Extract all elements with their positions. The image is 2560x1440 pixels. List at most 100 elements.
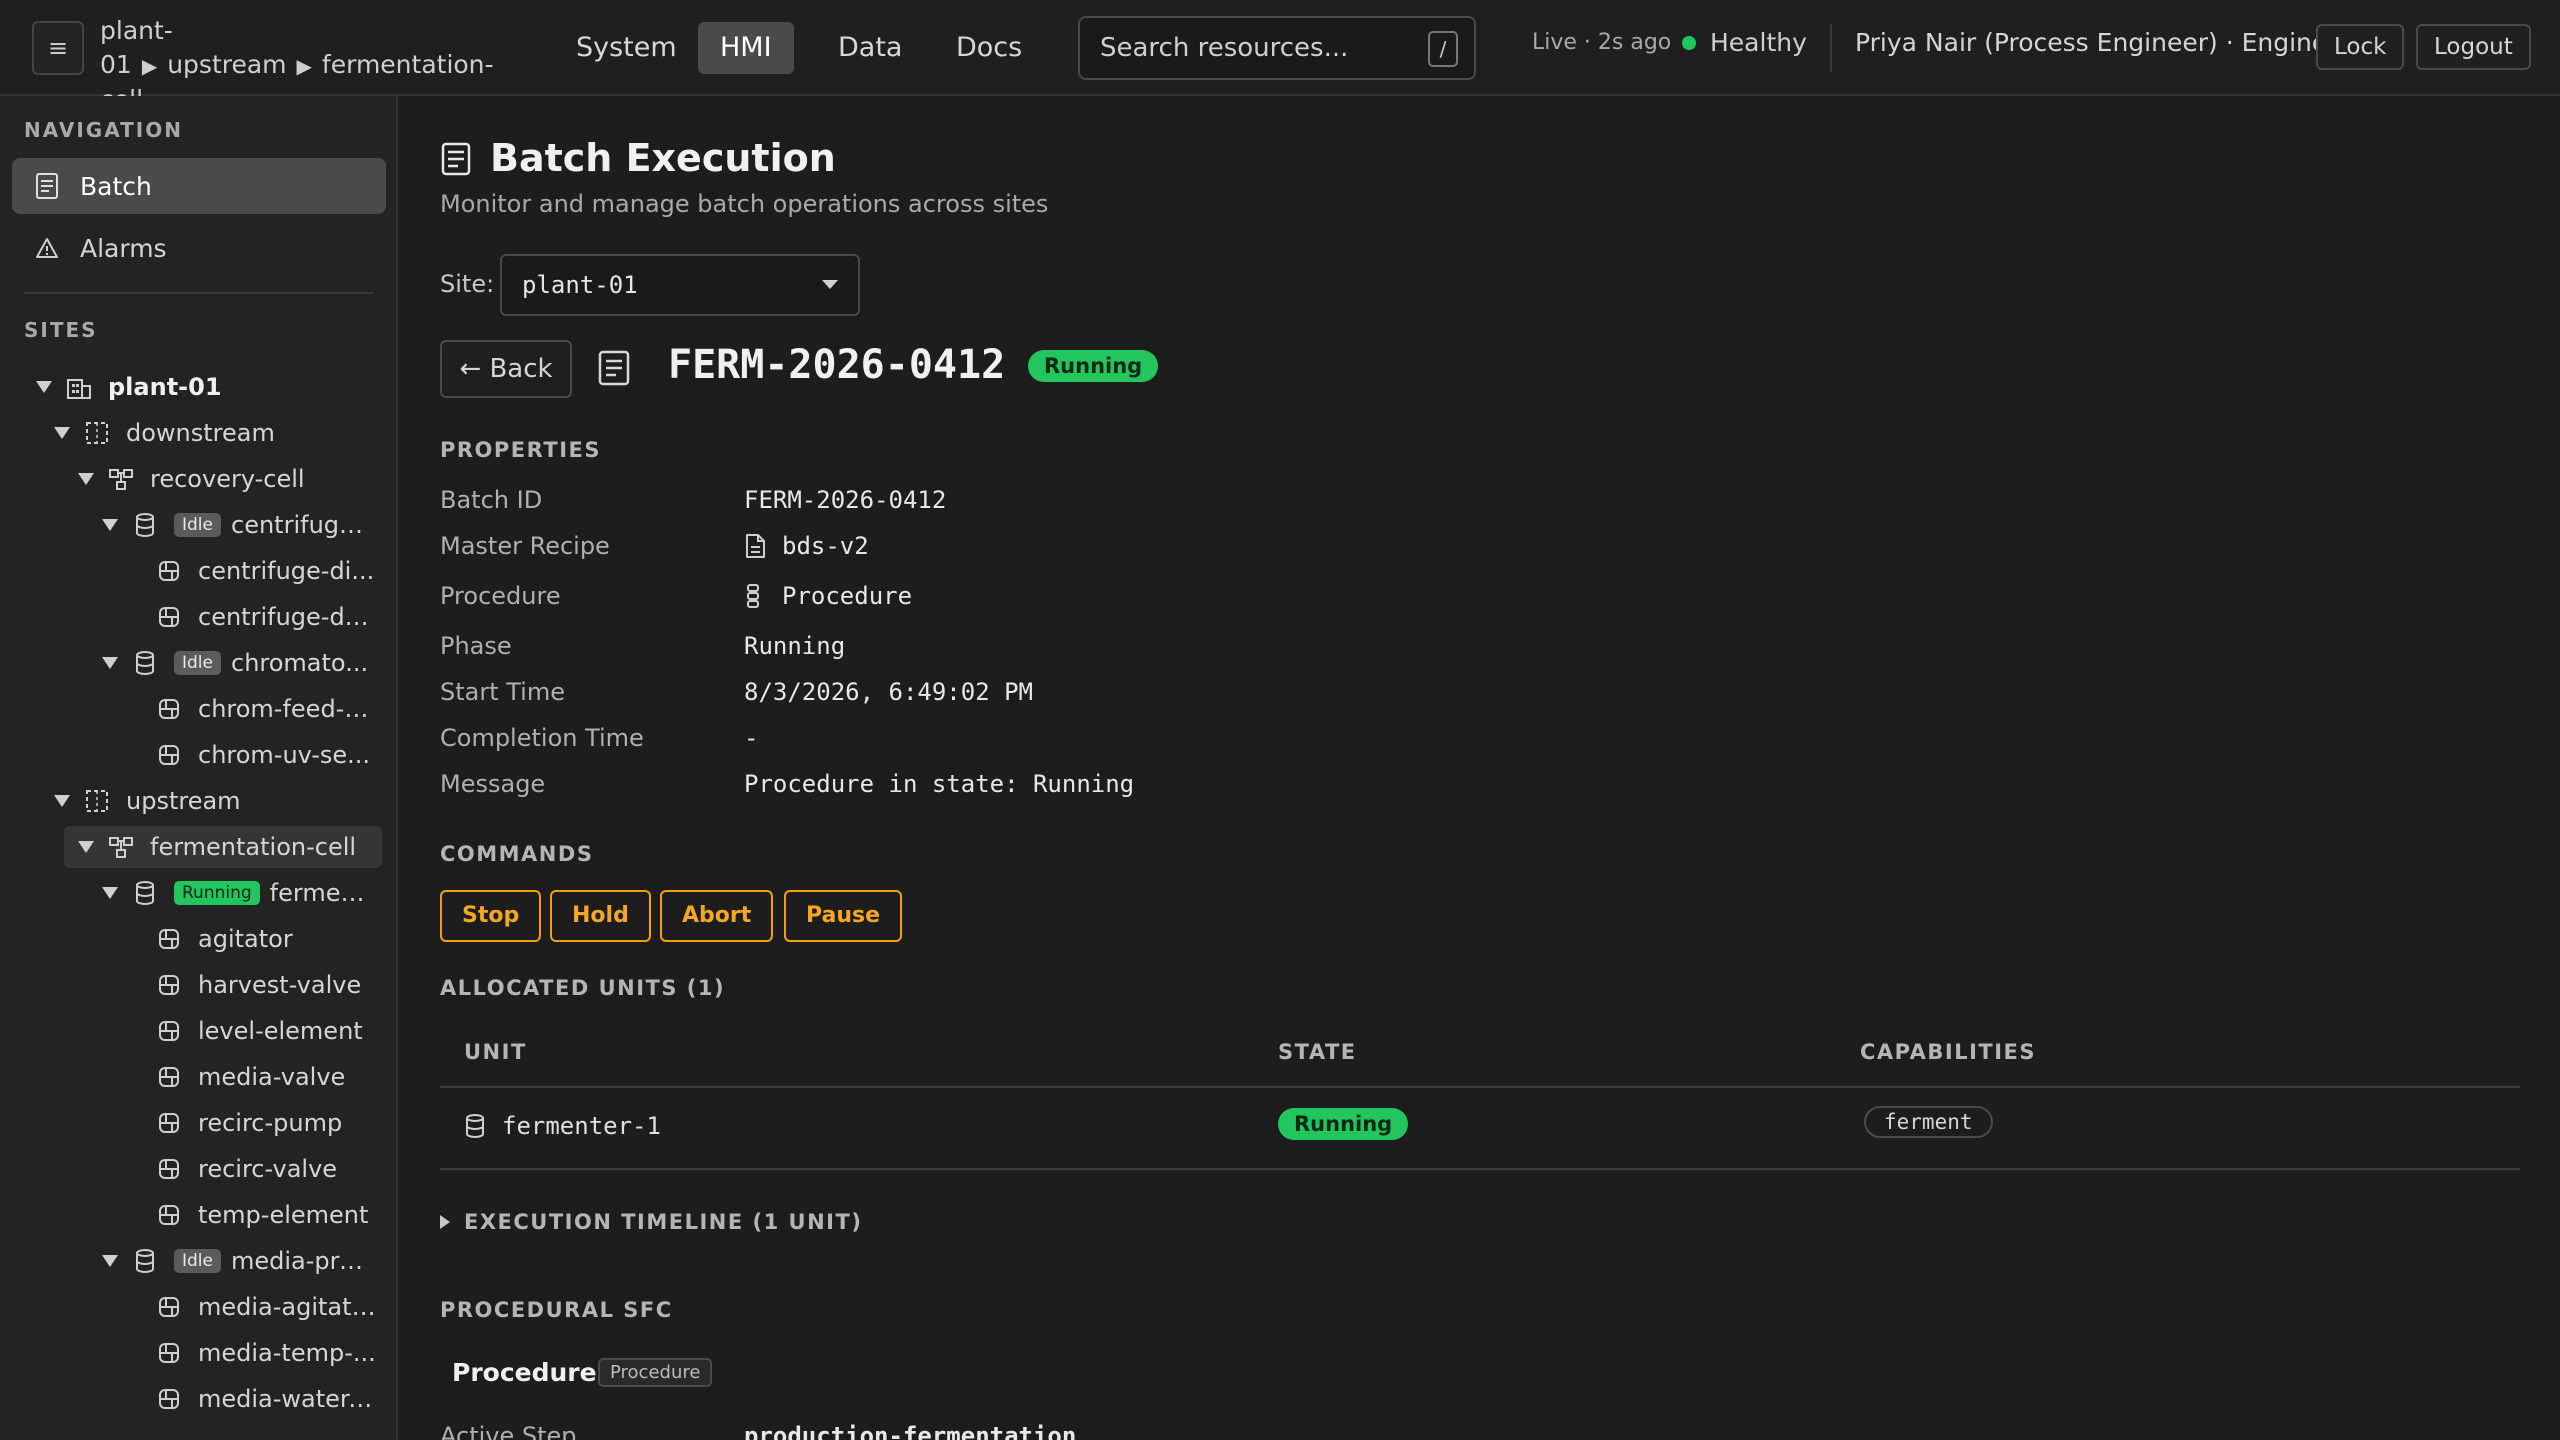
- tree-node-module[interactable]: recirc-valve: [156, 1148, 376, 1190]
- site-select-value: plant-01: [522, 271, 638, 299]
- page-title-text: Batch Execution: [490, 136, 836, 180]
- tree-label: chrom-uv-se...: [198, 741, 371, 769]
- sites-section-title: SITES: [24, 318, 98, 342]
- tree-label: downstream: [126, 419, 275, 447]
- unit-name: fermenter-1: [502, 1112, 661, 1140]
- tab-system[interactable]: System: [554, 22, 699, 74]
- sidebar-item-label: Batch: [80, 171, 152, 201]
- stop-button[interactable]: Stop: [440, 890, 542, 942]
- prop-value-message: Procedure in state: Running: [744, 770, 1135, 798]
- search-input[interactable]: [1080, 18, 1474, 78]
- module-icon: [156, 1110, 182, 1136]
- tab-docs[interactable]: Docs: [934, 22, 1044, 74]
- table-header-divider: [440, 1086, 2520, 1088]
- prop-value-procedure[interactable]: Procedure: [744, 582, 912, 610]
- tree-node-module[interactable]: chrom-uv-se...: [156, 734, 376, 776]
- search-box: /: [1078, 16, 1476, 80]
- tree-node-module[interactable]: agitator: [156, 918, 376, 960]
- prop-key-start-time: Start Time: [440, 678, 565, 706]
- tree-node-module[interactable]: chrom-feed-p...: [156, 688, 376, 730]
- status-badge: Running: [1278, 1108, 1409, 1140]
- tree-node-module[interactable]: media-agitator: [156, 1286, 376, 1328]
- prop-value-master-recipe[interactable]: bds-v2: [744, 532, 869, 560]
- chevron-down-icon[interactable]: [54, 795, 70, 807]
- tree-node-module[interactable]: media-valve: [156, 1056, 376, 1098]
- module-icon: [156, 1018, 182, 1044]
- back-button[interactable]: ← Back: [440, 340, 572, 398]
- unit-state: Running: [1278, 1108, 1409, 1140]
- breadcrumb-item-area[interactable]: upstream: [167, 50, 286, 79]
- hold-button[interactable]: Hold: [550, 890, 651, 942]
- tree-node-recovery-cell[interactable]: recovery-cell: [78, 458, 305, 500]
- properties-section-title: PROPERTIES: [440, 438, 601, 462]
- tab-hmi[interactable]: HMI: [698, 22, 794, 74]
- tree-node-centrifuge-1[interactable]: Idle centrifuge-1: [102, 504, 372, 546]
- tree-node-module[interactable]: centrifuge-di...: [156, 550, 376, 592]
- chevron-down-icon[interactable]: [102, 1255, 118, 1267]
- batch-status-badge: Running: [1028, 350, 1159, 382]
- prop-key-phase: Phase: [440, 632, 512, 660]
- tree-label: upstream: [126, 787, 241, 815]
- module-icon: [156, 604, 182, 630]
- tree-label: plant-01: [108, 373, 222, 401]
- tree-label: fermentation-cell: [150, 833, 357, 861]
- tree-node-downstream[interactable]: downstream: [54, 412, 275, 454]
- tree-node-chromatography[interactable]: Idle chromato...: [102, 642, 372, 684]
- site-select[interactable]: plant-01: [500, 254, 860, 316]
- topbar-divider: [1830, 24, 1832, 72]
- column-header-state: STATE: [1278, 1040, 1357, 1064]
- lock-button[interactable]: Lock: [2316, 24, 2405, 70]
- document-list-icon: [34, 173, 60, 199]
- warning-triangle-icon: [34, 235, 60, 261]
- tab-data[interactable]: Data: [816, 22, 924, 74]
- execution-timeline-title: EXECUTION TIMELINE (1 UNIT): [464, 1210, 863, 1234]
- chevron-down-icon[interactable]: [102, 887, 118, 899]
- status-badge: Idle: [174, 1249, 221, 1273]
- unit-icon: [464, 1113, 486, 1139]
- unit-icon: [132, 512, 158, 538]
- tree-node-module[interactable]: media-temp-...: [156, 1332, 376, 1374]
- execution-timeline-toggle[interactable]: EXECUTION TIMELINE (1 UNIT): [440, 1210, 862, 1234]
- module-icon: [156, 558, 182, 584]
- breadcrumb-item-plant[interactable]: plant-01: [100, 16, 173, 79]
- tree-node-module[interactable]: recirc-pump: [156, 1102, 376, 1144]
- tree-node-module[interactable]: harvest-valve: [156, 964, 376, 1006]
- chevron-down-icon[interactable]: [54, 427, 70, 439]
- tree-node-module[interactable]: centrifuge-dri...: [156, 596, 376, 638]
- tree-node-upstream[interactable]: upstream: [54, 780, 241, 822]
- module-icon: [156, 1340, 182, 1366]
- sidebar-item-batch[interactable]: Batch: [12, 158, 386, 214]
- chevron-down-icon[interactable]: [102, 657, 118, 669]
- recipe-file-icon: [744, 533, 768, 559]
- abort-button[interactable]: Abort: [660, 890, 774, 942]
- module-icon: [156, 926, 182, 952]
- pause-button[interactable]: Pause: [784, 890, 903, 942]
- master-recipe-value: bds-v2: [782, 532, 869, 560]
- menu-toggle-button[interactable]: ≡: [32, 21, 84, 75]
- column-header-unit: UNIT: [464, 1040, 527, 1064]
- tree-node-module[interactable]: level-element: [156, 1010, 376, 1052]
- chevron-down-icon[interactable]: [102, 519, 118, 531]
- tree-label: fermen...: [269, 879, 374, 907]
- chevron-down-icon[interactable]: [78, 473, 94, 485]
- sfc-procedure-name: Procedure: [452, 1358, 597, 1387]
- tree-node-fermenter[interactable]: Running fermen...: [102, 872, 374, 914]
- chevron-down-icon[interactable]: [78, 841, 94, 853]
- table-row[interactable]: fermenter-1: [464, 1112, 661, 1140]
- tree-node-module[interactable]: media-water-...: [156, 1378, 376, 1420]
- sidebar-item-alarms[interactable]: Alarms: [12, 220, 386, 276]
- prop-value-batch-id: FERM-2026-0412: [744, 486, 947, 514]
- logout-button[interactable]: Logout: [2416, 24, 2531, 70]
- capability-tag: ferment: [1864, 1106, 1993, 1138]
- chevron-down-icon[interactable]: [36, 381, 52, 393]
- area-icon: [84, 420, 110, 446]
- prop-key-batch-id: Batch ID: [440, 486, 543, 514]
- tree-node-fermentation-cell[interactable]: fermentation-cell: [64, 826, 382, 868]
- tree-node-module[interactable]: temp-element: [156, 1194, 376, 1236]
- module-icon: [156, 1064, 182, 1090]
- unit-icon: [132, 1248, 158, 1274]
- tree-node-plant[interactable]: plant-01: [36, 366, 222, 408]
- prop-value-start-time: 8/3/2026, 6:49:02 PM: [744, 678, 1033, 706]
- tree-node-media-prep[interactable]: Idle media-pre...: [102, 1240, 374, 1282]
- tree-label: media-valve: [198, 1063, 346, 1091]
